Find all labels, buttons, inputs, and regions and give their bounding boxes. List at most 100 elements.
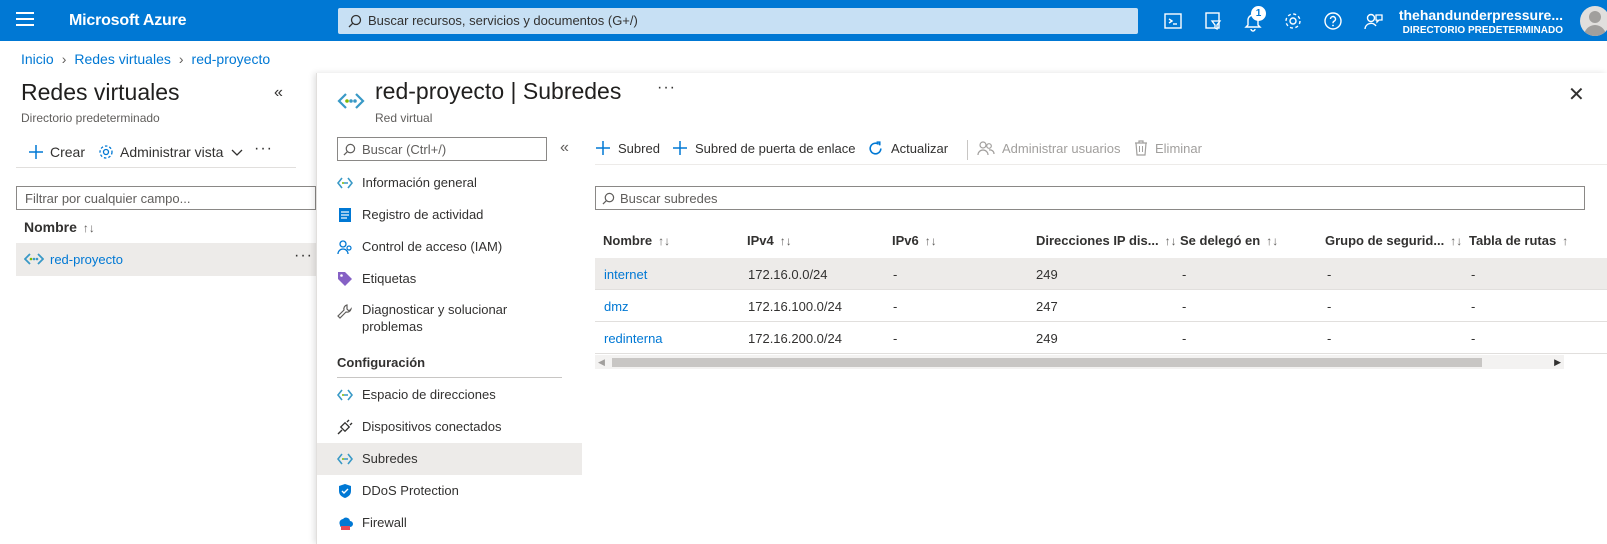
- table-header: Nombre ↑↓ IPv4 ↑↓ IPv6 ↑↓ Direcciones IP di…: [595, 233, 1607, 257]
- horizontal-scrollbar[interactable]: ◀ ▶: [595, 355, 1564, 369]
- add-gateway-subnet-button[interactable]: Subred de puerta de enlace: [672, 140, 855, 156]
- column-header-available-ips[interactable]: Direcciones IP dis... ↑↓: [1036, 233, 1177, 248]
- search-icon: [348, 14, 362, 28]
- menu-item-label: Control de acceso (IAM): [362, 239, 503, 254]
- top-bar: Microsoft Azure Buscar recursos, servici…: [0, 0, 1607, 41]
- blade-more-icon[interactable]: ···: [657, 79, 676, 97]
- directory-filter-icon[interactable]: [1202, 10, 1224, 32]
- scroll-left-arrow-icon[interactable]: ◀: [598, 357, 605, 368]
- subnet-name-link[interactable]: internet: [604, 267, 647, 282]
- cell-available-ips: 249: [1036, 331, 1058, 346]
- sort-icon: ↑: [1562, 234, 1569, 248]
- menu-item-tags[interactable]: Etiquetas: [317, 263, 582, 295]
- column-header-route-table[interactable]: Tabla de rutas ↑: [1469, 233, 1568, 248]
- portal-brand[interactable]: Microsoft Azure: [69, 12, 187, 30]
- list-panel-subtitle: Directorio predeterminado: [21, 111, 160, 125]
- column-label: Se delegó en: [1180, 233, 1261, 248]
- cell-delegated: -: [1182, 267, 1187, 282]
- refresh-label: Actualizar: [891, 141, 949, 156]
- column-header-nsg[interactable]: Grupo de segurid... ↑↓: [1325, 233, 1462, 248]
- refresh-icon: [869, 141, 882, 155]
- add-subnet-button[interactable]: Subred: [595, 140, 660, 156]
- menu-item-address-space[interactable]: Espacio de direcciones: [317, 379, 582, 411]
- menu-search-input[interactable]: Buscar (Ctrl+/): [337, 137, 547, 161]
- iam-icon: [337, 240, 352, 255]
- menu-item-overview[interactable]: Información general: [317, 167, 582, 199]
- blade-resource-name: red-proyecto: [375, 78, 505, 104]
- table-row[interactable]: internet 172.16.0.0/24 - 249 - - -: [595, 258, 1607, 290]
- menu-item-subnets[interactable]: Subredes: [317, 443, 582, 475]
- sort-icon: ↑↓: [1266, 234, 1279, 248]
- cell-delegated: -: [1182, 331, 1187, 346]
- menu-item-ddos[interactable]: DDoS Protection: [317, 475, 582, 507]
- create-button[interactable]: Crear: [28, 144, 85, 160]
- manage-view-button[interactable]: Administrar vista: [98, 144, 249, 160]
- delete-label: Eliminar: [1155, 140, 1202, 156]
- blade-title: red-proyecto | Subredes: [375, 78, 621, 105]
- column-header-name[interactable]: Nombre ↑↓: [603, 233, 670, 248]
- refresh-button[interactable]: Actualizar: [867, 140, 948, 157]
- column-label: Nombre: [603, 233, 653, 248]
- more-actions-icon[interactable]: ···: [254, 140, 273, 158]
- breadcrumb-home[interactable]: Inicio: [21, 51, 54, 67]
- table-row[interactable]: redinterna 172.16.200.0/24 - 249 - - -: [595, 322, 1607, 354]
- sort-icon: ↑↓: [924, 234, 937, 248]
- list-item-name[interactable]: red-proyecto: [50, 252, 123, 267]
- subnet-search-input[interactable]: Buscar subredes: [595, 186, 1585, 210]
- menu-item-label: DDoS Protection: [362, 483, 459, 498]
- scroll-right-arrow-icon[interactable]: ▶: [1554, 357, 1561, 368]
- table-row[interactable]: dmz 172.16.100.0/24 - 247 - - -: [595, 290, 1607, 322]
- column-label: Grupo de segurid...: [1325, 233, 1445, 248]
- cell-nsg: -: [1327, 299, 1332, 314]
- hamburger-menu-icon[interactable]: [16, 12, 34, 28]
- column-header-ipv4[interactable]: IPv4 ↑↓: [747, 233, 792, 248]
- blade-subtitle: Red virtual: [375, 111, 433, 125]
- cell-route-table: -: [1471, 331, 1476, 346]
- column-header-delegated[interactable]: Se delegó en ↑↓: [1180, 233, 1278, 248]
- cell-ipv4: 172.16.0.0/24: [748, 267, 828, 282]
- vnet-icon: [337, 93, 365, 109]
- global-search-input[interactable]: Buscar recursos, servicios y documentos …: [338, 8, 1138, 34]
- subnet-search-placeholder: Buscar subredes: [620, 191, 718, 206]
- manage-view-label: Administrar vista: [120, 144, 224, 160]
- column-label: IPv6: [892, 233, 919, 248]
- feedback-icon[interactable]: [1362, 10, 1384, 32]
- help-icon[interactable]: [1322, 10, 1344, 32]
- scrollbar-thumb[interactable]: [612, 358, 1482, 367]
- close-icon[interactable]: ✕: [1568, 82, 1585, 107]
- filter-input[interactable]: Filtrar por cualquier campo...: [16, 186, 316, 210]
- notification-badge: 1: [1251, 6, 1266, 21]
- menu-item-diagnose[interactable]: Diagnosticar y solucionar problemas: [317, 295, 582, 343]
- account-menu[interactable]: thehandunderpressure... DIRECTORIO PREDE…: [1399, 7, 1563, 36]
- cell-ipv6: -: [893, 267, 898, 282]
- gear-icon[interactable]: [1282, 10, 1304, 32]
- collapse-menu-icon[interactable]: «: [560, 139, 569, 157]
- menu-item-connected-devices[interactable]: Dispositivos conectados: [317, 411, 582, 443]
- breadcrumb-red-proyecto[interactable]: red-proyecto: [192, 51, 271, 67]
- subnet-name-link[interactable]: dmz: [604, 299, 629, 314]
- sort-icon: ↑↓: [658, 234, 671, 248]
- menu-item-iam[interactable]: Control de acceso (IAM): [317, 231, 582, 263]
- cell-nsg: -: [1327, 267, 1332, 282]
- cell-ipv4: 172.16.100.0/24: [748, 299, 842, 314]
- subnet-name-link[interactable]: redinterna: [604, 331, 663, 346]
- manage-users-button[interactable]: Administrar usuarios: [977, 140, 1121, 156]
- column-header-ipv6[interactable]: IPv6 ↑↓: [892, 233, 937, 248]
- menu-item-activity-log[interactable]: Registro de actividad: [317, 199, 582, 231]
- section-divider: [337, 377, 562, 378]
- name-column-label: Nombre: [24, 219, 77, 235]
- collapse-list-panel-icon[interactable]: «: [274, 84, 283, 102]
- row-more-icon[interactable]: ···: [294, 247, 313, 265]
- menu-item-firewall[interactable]: Firewall: [317, 507, 582, 539]
- vnet-icon: [337, 389, 353, 401]
- cell-route-table: -: [1471, 267, 1476, 282]
- breadcrumb-virtual-networks[interactable]: Redes virtuales: [74, 51, 171, 67]
- menu-item-label: Subredes: [362, 451, 418, 466]
- list-item[interactable]: red-proyecto ···: [16, 243, 316, 276]
- name-column-header[interactable]: Nombre ↑↓: [24, 219, 95, 235]
- avatar[interactable]: [1580, 6, 1607, 36]
- plus-icon: [596, 141, 610, 155]
- cloud-shell-icon[interactable]: [1162, 10, 1184, 32]
- delete-button[interactable]: Eliminar: [1134, 140, 1202, 156]
- cell-available-ips: 247: [1036, 299, 1058, 314]
